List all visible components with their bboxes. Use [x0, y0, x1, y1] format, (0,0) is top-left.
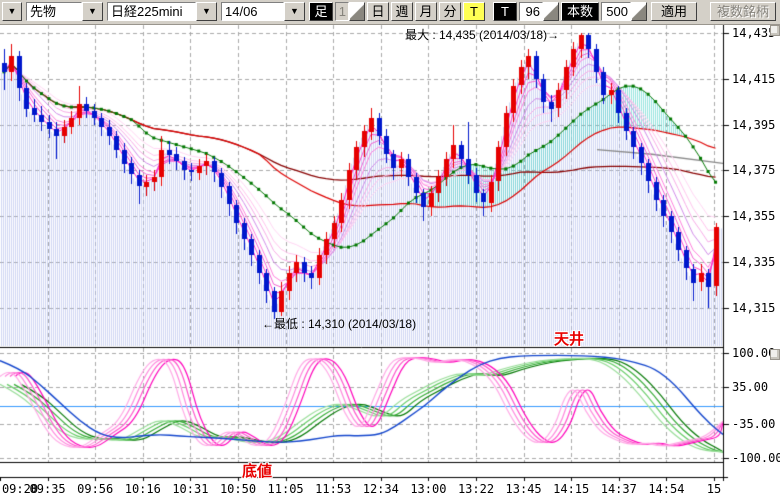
time-axis-label: 11:53: [311, 482, 355, 496]
symbol-value[interactable]: 日経225mini: [107, 2, 196, 21]
spinner-grip-icon[interactable]: [631, 2, 647, 21]
tick-count-value[interactable]: 96: [519, 2, 543, 21]
oscillator-axis-label: -35.00: [732, 417, 775, 431]
max-price-annotation: 最大 : 14,435 (2014/03/18)→: [405, 26, 559, 43]
tick-mode-toggle[interactable]: T: [463, 2, 485, 21]
time-axis-label: 11:05: [264, 482, 308, 496]
floor-annotation: 底値: [242, 460, 272, 481]
bar-count-stepper[interactable]: 500: [601, 2, 647, 21]
price-scale-grip-icon[interactable]: [770, 25, 780, 36]
period-minute-button[interactable]: 分: [439, 2, 461, 21]
time-axis-label: 13:00: [406, 482, 450, 496]
bar-count-value[interactable]: 500: [601, 2, 631, 21]
price-axis-label: 14,415: [732, 72, 775, 86]
time-axis-label: 12:34: [359, 482, 403, 496]
time-axis-label: 10:50: [216, 482, 260, 496]
price-axis-label: 14,375: [732, 163, 775, 177]
min-price-annotation: ←最低 : 14,310 (2014/03/18): [262, 315, 416, 332]
history-dropdown-button[interactable]: ▼: [2, 2, 22, 21]
ceiling-annotation: 天井: [554, 328, 584, 349]
time-axis-label: 10:31: [168, 482, 212, 496]
toolbar: ▼ 先物 ▼ 日経225mini ▼ 14/06 ▼ 足 1 日 週 月 分 T…: [0, 0, 780, 25]
price-axis-label: 14,315: [732, 301, 775, 315]
time-axis-label: 13:45: [502, 482, 546, 496]
time-axis: 09:2009:3509:5610:1610:3110:5011:0511:53…: [0, 0, 723, 500]
contract-month-value[interactable]: 14/06: [221, 2, 284, 21]
oscillator-axis-label: 35.00: [732, 380, 768, 394]
instrument-value[interactable]: 先物: [26, 2, 82, 21]
apply-button[interactable]: 適用: [651, 2, 697, 21]
period-day-button[interactable]: 日: [367, 2, 389, 21]
tick-count-stepper[interactable]: 96: [519, 2, 559, 21]
dropdown-arrow-icon[interactable]: ▼: [196, 2, 217, 21]
bar-type-label: 足: [309, 2, 333, 21]
dropdown-arrow-icon[interactable]: ▼: [82, 2, 103, 21]
oscillator-axis-label: -100.00: [732, 451, 780, 465]
period-month-button[interactable]: 月: [415, 2, 437, 21]
dropdown-arrow-icon: ▼: [8, 6, 17, 16]
price-axis-label: 14,395: [732, 118, 775, 132]
time-axis-label: 09:35: [26, 482, 70, 496]
time-axis-label: 14:54: [644, 482, 688, 496]
time-axis-label: 10:16: [121, 482, 165, 496]
symbol-combo[interactable]: 日経225mini ▼: [107, 2, 217, 21]
period-week-button[interactable]: 週: [391, 2, 413, 21]
time-axis-label: 09:56: [73, 482, 117, 496]
interval-stepper[interactable]: 1: [335, 2, 365, 21]
time-axis-label: 14:15: [549, 482, 593, 496]
price-axis-label: 14,435: [732, 26, 775, 40]
price-axis-label: 14,335: [732, 255, 775, 269]
price-axis-label: 14,355: [732, 209, 775, 223]
spinner-grip-icon[interactable]: [543, 2, 559, 21]
chart-app-window: ▼ 先物 ▼ 日経225mini ▼ 14/06 ▼ 足 1 日 週 月 分 T…: [0, 0, 780, 500]
instrument-combo[interactable]: 先物 ▼: [26, 2, 103, 21]
spinner-grip-icon[interactable]: [349, 2, 365, 21]
oscillator-scale-grip-icon[interactable]: [770, 349, 780, 360]
oscillator-axis-label: 100.00: [732, 346, 775, 360]
time-axis-label: 15: [692, 482, 723, 496]
contract-month-combo[interactable]: 14/06 ▼: [221, 2, 305, 21]
interval-value[interactable]: 1: [335, 2, 349, 21]
bar-count-label: 本数: [561, 2, 599, 21]
multi-symbol-button[interactable]: 複数銘柄: [710, 2, 776, 21]
time-axis-label: 13:22: [454, 482, 498, 496]
dropdown-arrow-icon[interactable]: ▼: [284, 2, 305, 21]
time-axis-label: 14:37: [597, 482, 641, 496]
tick-count-label: T: [493, 2, 517, 21]
